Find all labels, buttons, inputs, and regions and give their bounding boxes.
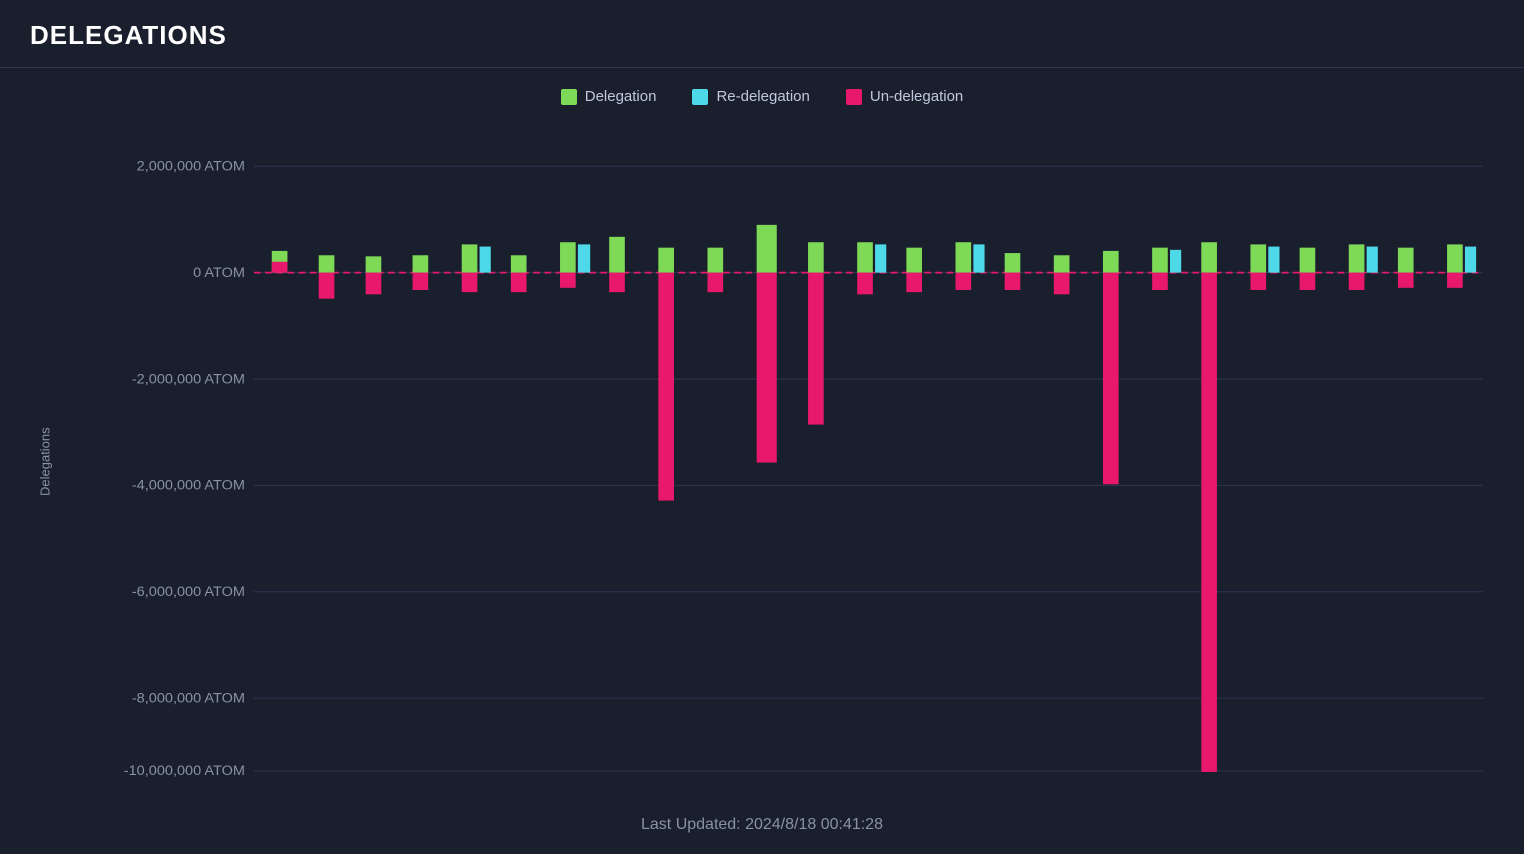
page-title: DELEGATIONS [30,20,1494,51]
svg-text:-8,000,000 ATOM: -8,000,000 ATOM [132,691,245,707]
legend-delegation-color [561,89,577,105]
svg-text:-6,000,000 ATOM: -6,000,000 ATOM [132,584,245,600]
legend-redelegation: Re-delegation [692,88,809,105]
legend-redelegation-color [692,89,708,105]
chart-area: Delegations 2,000,000 ATOM [30,125,1494,798]
svg-text:-4,000,000 ATOM: -4,000,000 ATOM [132,478,245,494]
chart-with-yaxis: 2,000,000 ATOM 0 ATOM -2,000,000 ATOM -4… [64,125,1494,798]
legend-redelegation-label: Re-delegation [716,88,809,105]
legend-delegation: Delegation [561,88,657,105]
y-axis-label: Delegations [30,125,60,798]
legend-undelegation: Un-delegation [846,88,963,105]
chart-svg: 2,000,000 ATOM 0 ATOM -2,000,000 ATOM -4… [64,125,1494,798]
legend-undelegation-label: Un-delegation [870,88,963,105]
header: DELEGATIONS [0,0,1524,68]
svg-text:2,000,000 ATOM: 2,000,000 ATOM [137,159,245,175]
svg-text:0 ATOM: 0 ATOM [193,265,245,281]
chart-inner: 2,000,000 ATOM 0 ATOM -2,000,000 ATOM -4… [64,125,1494,798]
page-container: DELEGATIONS Delegation Re-delegation Un-… [0,0,1524,854]
last-updated: Last Updated: 2024/8/18 00:41:28 [30,798,1494,844]
legend-delegation-label: Delegation [585,88,657,105]
chart-legend: Delegation Re-delegation Un-delegation [30,88,1494,105]
chart-section: Delegation Re-delegation Un-delegation D… [0,68,1524,854]
legend-undelegation-color [846,89,862,105]
svg-text:-2,000,000 ATOM: -2,000,000 ATOM [132,372,245,388]
svg-text:-10,000,000 ATOM: -10,000,000 ATOM [124,763,245,779]
